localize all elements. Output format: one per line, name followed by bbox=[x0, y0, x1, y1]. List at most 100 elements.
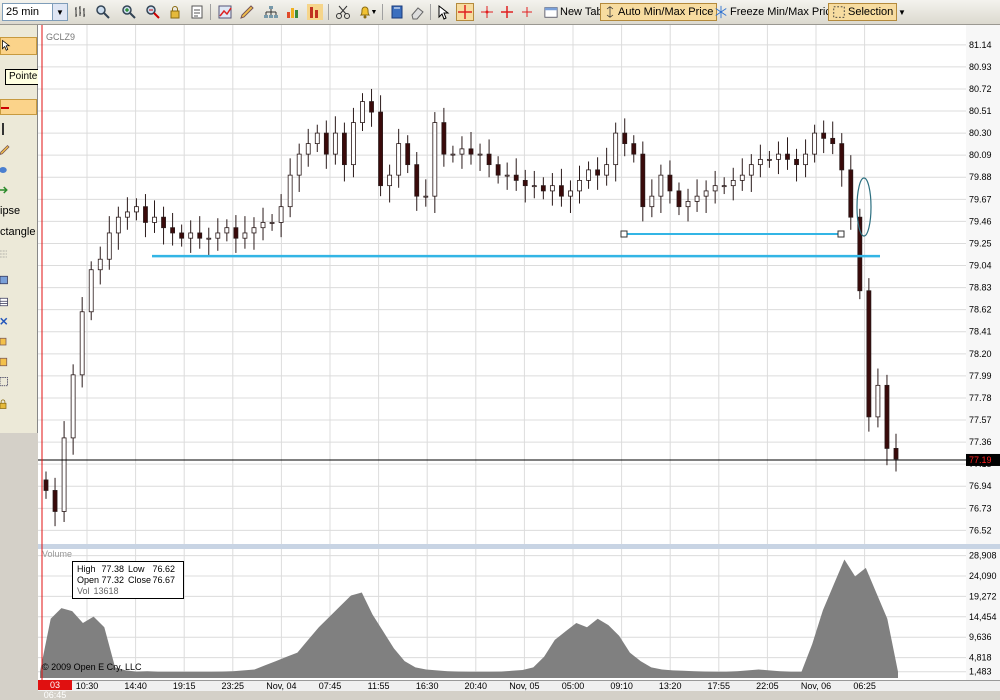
chevron-down-icon[interactable]: ▼ bbox=[52, 4, 67, 20]
zoom-out-icon[interactable] bbox=[144, 3, 162, 21]
histogram-icon[interactable] bbox=[306, 3, 324, 21]
table-tool[interactable] bbox=[0, 295, 37, 313]
selection-button[interactable]: Selection bbox=[828, 3, 898, 21]
price-axis-label: 78.20 bbox=[969, 349, 992, 359]
candle-body bbox=[568, 190, 573, 197]
delete-tool[interactable] bbox=[0, 315, 37, 333]
volume-axis-label: 28,908 bbox=[969, 551, 997, 561]
selection-icon bbox=[833, 6, 845, 18]
candle-body bbox=[242, 232, 248, 239]
crosshair-icon[interactable] bbox=[456, 3, 474, 21]
candle-body bbox=[106, 232, 112, 260]
candle-body bbox=[97, 258, 103, 271]
pointer-tool[interactable] bbox=[0, 37, 37, 55]
pointer-icon[interactable] bbox=[434, 3, 452, 21]
candle-body bbox=[649, 195, 655, 208]
arrow-tool[interactable] bbox=[0, 183, 37, 201]
candle-body bbox=[703, 190, 709, 197]
close-value: 76.67 bbox=[152, 575, 175, 585]
price-axis-label: 76.94 bbox=[969, 481, 992, 491]
price-axis-label: 81.14 bbox=[969, 40, 992, 50]
candle-body bbox=[134, 206, 139, 213]
copy-icon bbox=[0, 337, 7, 346]
crosshair-red-icon[interactable] bbox=[498, 3, 516, 21]
line-icon bbox=[1, 107, 9, 109]
candle-body bbox=[794, 158, 799, 166]
drawing-tools-panel: ipse ctangle bbox=[0, 25, 38, 433]
candle-body bbox=[179, 232, 185, 239]
frame-tool[interactable] bbox=[0, 375, 37, 393]
candle-body bbox=[369, 101, 374, 113]
candle-body bbox=[459, 148, 465, 155]
crosshair-small-icon[interactable] bbox=[518, 3, 536, 21]
candle-body bbox=[640, 153, 646, 208]
vertical-line-icon bbox=[2, 123, 4, 135]
snowflake-icon bbox=[715, 5, 727, 19]
book-icon[interactable] bbox=[388, 3, 406, 21]
properties-icon[interactable] bbox=[188, 3, 206, 21]
paste-tool[interactable] bbox=[0, 355, 37, 373]
price-axis-label: 76.73 bbox=[969, 503, 992, 513]
copyright-text: © 2009 Open E Cry, LLC bbox=[42, 662, 142, 672]
table-icon bbox=[0, 297, 8, 307]
toolbar: 25 min ▼ ▼ New Tab Auto Min/Max Price Fr… bbox=[0, 0, 1000, 25]
layout-tool[interactable] bbox=[0, 273, 37, 291]
candle-body bbox=[595, 169, 600, 176]
crosshair-dot-icon[interactable] bbox=[478, 3, 496, 21]
candle-body bbox=[387, 174, 393, 187]
candle-body bbox=[115, 216, 121, 234]
candle-body bbox=[604, 164, 610, 176]
scissors-icon[interactable] bbox=[334, 3, 352, 21]
candle-body bbox=[405, 143, 411, 166]
lock-tool[interactable] bbox=[0, 397, 37, 415]
candle-body bbox=[767, 158, 772, 161]
zoom-in-icon[interactable] bbox=[120, 3, 138, 21]
candle-body bbox=[152, 216, 157, 223]
candle-body bbox=[477, 153, 483, 156]
auto-minmax-button[interactable]: Auto Min/Max Price bbox=[600, 3, 718, 21]
candle-body bbox=[631, 143, 637, 155]
candle-body bbox=[848, 169, 854, 218]
indicator-icon[interactable] bbox=[284, 3, 302, 21]
lock-icon[interactable] bbox=[166, 3, 184, 21]
candle-body bbox=[866, 290, 872, 418]
candle-body bbox=[748, 164, 754, 176]
ellipse-shape-tool[interactable] bbox=[0, 163, 37, 181]
ellipse-tool[interactable]: ipse bbox=[0, 205, 37, 223]
toolbar-overflow-icon[interactable]: ▼ bbox=[897, 3, 907, 21]
high-label: High bbox=[77, 564, 96, 574]
candle-body bbox=[79, 311, 85, 376]
interval-select[interactable]: 25 min ▼ bbox=[2, 3, 68, 21]
chevron-down-icon[interactable]: ▼ bbox=[370, 3, 378, 21]
price-axis-label: 80.72 bbox=[969, 84, 992, 94]
selection-label: Selection bbox=[848, 6, 894, 18]
volume-axis-label: 4,818 bbox=[969, 653, 992, 663]
candle-body bbox=[586, 169, 591, 181]
rectangle-tool[interactable]: ctangle bbox=[0, 226, 37, 244]
candle-body bbox=[739, 174, 745, 181]
candle-body bbox=[43, 479, 49, 491]
price-axis-label: 77.36 bbox=[969, 437, 992, 447]
draw-icon[interactable] bbox=[238, 3, 256, 21]
candle-body bbox=[441, 122, 447, 155]
minmax-icon bbox=[606, 6, 614, 18]
zoom-icon[interactable] bbox=[94, 3, 112, 21]
new-tab-button[interactable]: New Tab bbox=[540, 3, 607, 21]
ellipse-shape-icon bbox=[0, 167, 7, 173]
study-icon[interactable] bbox=[216, 3, 234, 21]
candle-body bbox=[667, 174, 673, 192]
open-label: Open bbox=[77, 575, 100, 585]
volume-axis-label: 14,454 bbox=[969, 612, 997, 622]
price-axis-label: 80.09 bbox=[969, 150, 992, 160]
line-tool[interactable] bbox=[0, 99, 37, 115]
eraser-icon[interactable] bbox=[408, 3, 426, 21]
bar-chart-icon[interactable] bbox=[72, 3, 90, 21]
candle-body bbox=[522, 179, 528, 187]
freeze-minmax-button[interactable]: Freeze Min/Max Price bbox=[710, 3, 841, 21]
candle-body bbox=[613, 132, 619, 166]
hierarchy-icon[interactable] bbox=[262, 3, 280, 21]
lines-tool[interactable] bbox=[0, 247, 37, 265]
vertical-line-tool[interactable] bbox=[0, 123, 37, 141]
edit-tool[interactable] bbox=[0, 143, 37, 161]
copy-tool[interactable] bbox=[0, 335, 37, 353]
